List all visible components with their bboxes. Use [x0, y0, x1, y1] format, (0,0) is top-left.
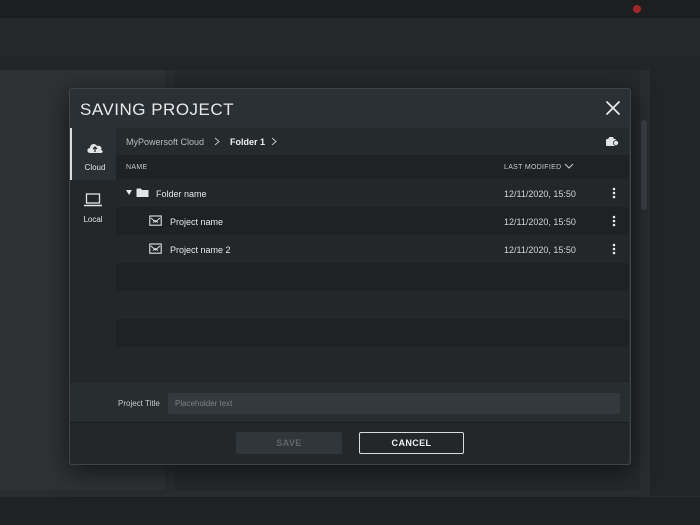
source-sidebar: Cloud Local [70, 128, 116, 381]
table-row[interactable]: Project name 2 12/11/2020, 15:50 [116, 235, 629, 263]
project-title-input[interactable] [168, 393, 620, 414]
background-scrollbar [641, 120, 647, 210]
row-name: Project name 2 [170, 245, 231, 255]
chevron-down-icon[interactable] [564, 162, 574, 170]
empty-row [116, 319, 629, 347]
sidebar-item-label: Cloud [84, 163, 106, 172]
more-options-icon[interactable] [609, 215, 619, 227]
background-menubar [0, 0, 700, 18]
empty-row [116, 347, 629, 381]
column-header-name[interactable]: NAME [126, 164, 147, 171]
breadcrumb-item-current[interactable]: Folder 1 [230, 137, 265, 147]
table-header: NAME LAST MODIFIED [116, 155, 629, 179]
folder-icon [136, 188, 149, 197]
close-button[interactable] [605, 100, 621, 116]
more-options-icon[interactable] [609, 243, 619, 255]
chevron-right-icon [214, 137, 220, 146]
background-statusbar [0, 497, 700, 525]
background-tabs [0, 56, 650, 70]
breadcrumb-item-root[interactable]: MyPowersoft Cloud [126, 137, 204, 147]
empty-row [116, 263, 629, 291]
save-button[interactable]: SAVE [236, 432, 342, 454]
cancel-button[interactable]: CANCEL [359, 432, 464, 454]
empty-row [116, 291, 629, 319]
file-browser: MyPowersoft Cloud Folder 1 NAME LAST MOD… [116, 128, 629, 381]
column-header-last-modified[interactable]: LAST MODIFIED [504, 164, 561, 171]
row-last-modified: 12/11/2020, 15:50 [504, 245, 576, 255]
project-title-label: Project Title [118, 399, 160, 408]
background-toolbar [0, 18, 700, 57]
laptop-icon [84, 193, 102, 207]
saving-project-dialog: SAVING PROJECT Cloud Local MyPowersoft C… [69, 88, 631, 465]
table-row[interactable]: Project name 12/11/2020, 15:50 [116, 207, 629, 235]
cloud-icon [87, 144, 103, 153]
background-right-panel [650, 56, 700, 496]
breadcrumb: MyPowersoft Cloud Folder 1 [116, 128, 629, 155]
row-name: Folder name [156, 189, 207, 199]
caret-down-icon[interactable] [126, 190, 132, 195]
table-row[interactable]: Folder name 12/11/2020, 15:50 [116, 179, 629, 207]
sidebar-item-label: Local [83, 215, 103, 224]
more-options-icon[interactable] [609, 187, 619, 199]
chevron-right-icon [271, 137, 277, 146]
dialog-footer: SAVE CANCEL [70, 422, 629, 464]
project-file-icon [149, 243, 162, 254]
row-last-modified: 12/11/2020, 15:50 [504, 189, 576, 199]
sidebar-item-cloud[interactable]: Cloud [70, 128, 116, 180]
background-record-indicator [633, 5, 641, 13]
row-last-modified: 12/11/2020, 15:50 [504, 217, 576, 227]
dialog-title: SAVING PROJECT [80, 100, 235, 119]
project-title-bar: Project Title [70, 381, 629, 422]
close-icon [606, 101, 620, 115]
sidebar-item-local[interactable]: Local [70, 180, 116, 232]
project-file-icon [149, 215, 162, 226]
upload-to-cloud-icon[interactable] [605, 136, 619, 147]
row-name: Project name [170, 217, 224, 227]
